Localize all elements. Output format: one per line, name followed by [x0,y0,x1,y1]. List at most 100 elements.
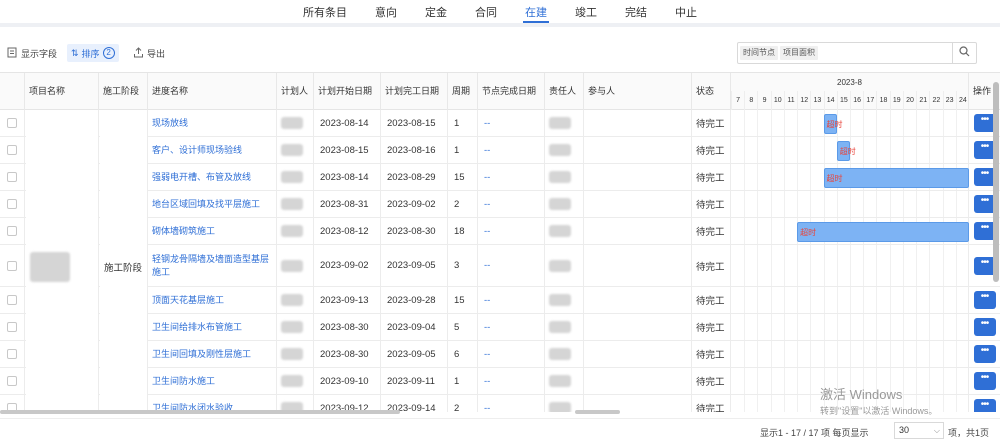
gantt-bar[interactable]: 超时 [823,113,843,134]
gantt-gridline [850,287,851,313]
gantt-bar[interactable]: 超时 [797,221,969,242]
tab-6[interactable]: 完结 [611,0,661,23]
gantt-gridline [797,191,799,217]
gantt-gridline [929,137,931,163]
table-row[interactable]: 砌体墙砌筑施工 2023-08-12 2023-08-30 18 -- 待完工 … [0,218,1000,245]
tab-0[interactable]: 所有条目 [289,0,361,23]
table-row[interactable]: 卫生间给排水布管施工 2023-08-30 2023-09-04 5 -- 待完… [0,314,1000,341]
row-checkbox[interactable] [7,145,17,155]
owner-cell [545,137,584,163]
owner-cell [545,164,584,190]
gantt-gridline [916,110,918,136]
export-icon [133,46,144,60]
table-row[interactable]: 顶面天花基层施工 2023-09-13 2023-09-28 15 -- 待完工… [0,287,1000,314]
table-row[interactable]: 轻钢龙骨隔墙及墙面造型基层施工 2023-09-02 2023-09-05 3 … [0,245,1000,287]
progress-name-link[interactable]: 卫生间给排水布管施工 [148,314,277,340]
tab-4[interactable]: 在建 [511,0,561,23]
horizontal-scrollbar-left[interactable] [0,410,400,414]
row-checkbox[interactable] [7,295,17,305]
show-fields-button[interactable]: 显示字段 [3,44,61,62]
row-checkbox[interactable] [7,226,17,236]
more-actions-button[interactable]: ••• [973,318,996,336]
progress-name-link[interactable]: 卫生间防水施工 [148,368,277,394]
progress-name-link[interactable]: 卫生间回填及刚性层施工 [148,341,277,367]
row-checkbox[interactable] [7,376,17,386]
search-tag[interactable]: 时间节点 [740,46,778,60]
table-row[interactable]: 强弱电开槽、布管及放线 2023-08-14 2023-08-29 15 -- … [0,164,1000,191]
row-checkbox[interactable] [7,199,17,209]
gantt-gridline [797,341,799,367]
more-actions-button[interactable]: ••• [973,345,996,363]
row-checkbox[interactable] [7,349,17,359]
gantt-gridline [757,395,759,412]
tab-2[interactable]: 定金 [411,0,461,23]
export-button[interactable]: 导出 [129,44,169,62]
search-input[interactable]: 时间节点 项目面积 [737,42,977,64]
tab-3[interactable]: 合同 [461,0,511,23]
progress-name-link[interactable]: 砌体墙砌筑施工 [148,218,277,244]
vertical-scrollbar[interactable] [993,82,999,282]
status-tabs: 所有条目 意向 定金 合同 在建 竣工 完结 中止 [0,0,1000,27]
gantt-gridline [876,314,878,340]
gantt-bar[interactable]: 超时 [823,167,969,188]
gantt-gridline [955,245,957,286]
page-size-select[interactable]: 30 ⌵ [894,422,944,439]
start-date: 2023-08-14 [314,164,381,190]
status-text: 待完工 [692,110,731,136]
table-row[interactable]: 客户、设计师现场验线 2023-08-15 2023-08-16 1 -- 待完… [0,137,1000,164]
row-checkbox[interactable] [7,260,17,271]
header-progress: 进度名称 [148,73,277,110]
gantt-gridline [770,110,772,136]
table-row[interactable]: 地台区域回填及找平层施工 2023-08-31 2023-09-02 2 -- … [0,191,1000,218]
search-icon [959,46,970,60]
more-actions-button[interactable]: ••• [973,372,996,390]
tab-1[interactable]: 意向 [361,0,411,23]
search-tag[interactable]: 项目面积 [780,46,818,60]
gantt-gridline [942,110,944,136]
period: 1 [448,110,478,136]
sort-button[interactable]: ⇅ 排序 2 [67,44,119,62]
gantt-gridline [770,137,772,163]
progress-name-link[interactable]: 地台区域回填及找平层施工 [148,191,277,217]
owner-avatar-redacted [549,402,571,412]
more-actions-button[interactable]: ••• [973,399,996,412]
sort-label: 排序 [81,48,100,59]
row-checkbox[interactable] [7,322,17,332]
gantt-gridline [850,245,851,286]
gantt-bar[interactable]: 超时 [836,140,856,161]
horizontal-scrollbar-right[interactable] [575,410,620,414]
progress-name-link[interactable]: 顶面天花基层施工 [148,287,277,313]
progress-name-link[interactable]: 强弱电开槽、布管及放线 [148,164,277,190]
gantt-gridline [810,245,812,286]
tab-7[interactable]: 中止 [661,0,711,23]
windows-activation-watermark: 激活 Windows 转到"设置"以激活 Windows。 [820,387,937,419]
row-checkbox[interactable] [7,118,17,128]
start-date: 2023-09-02 [314,245,381,286]
planner-cell [277,110,314,136]
search-button[interactable] [952,43,976,63]
header-start: 计划开始日期 [314,73,381,110]
gantt-gridline [797,110,799,136]
row-checkbox[interactable] [7,172,17,182]
show-fields-label: 显示字段 [21,48,58,59]
gantt-gridline [744,137,746,163]
table-row[interactable]: 卫生间回填及刚性层施工 2023-08-30 2023-09-05 6 -- 待… [0,341,1000,368]
start-date: 2023-08-30 [314,314,381,340]
status-text: 待完工 [692,287,731,313]
progress-name-link[interactable]: 客户、设计师现场验线 [148,137,277,163]
progress-name-link[interactable]: 轻钢龙骨隔墙及墙面造型基层施工 [148,245,277,286]
status-text: 待完工 [692,137,731,163]
more-actions-button[interactable]: ••• [973,291,996,309]
owner-avatar-redacted [549,294,571,306]
owner-cell [545,218,584,244]
gantt-gridline [770,368,772,394]
gantt-gridline [797,287,799,313]
gantt-gridline [889,245,891,286]
gantt-gridline [902,191,904,217]
tab-5[interactable]: 竣工 [561,0,611,23]
node-done-date: -- [478,218,545,244]
table-row[interactable]: 现场放线 2023-08-14 2023-08-15 1 -- 待完工 超时 •… [0,110,1000,137]
progress-name-link[interactable]: 现场放线 [148,110,277,136]
gantt-gridline [955,110,957,136]
gantt-cell: 超时 [731,137,969,163]
